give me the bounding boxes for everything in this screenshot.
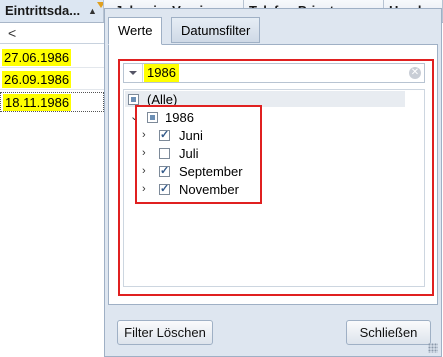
tab-datumsfilter[interactable]: Datumsfilter: [171, 17, 261, 43]
table-row[interactable]: 27.06.1986: [0, 48, 104, 68]
column-header-eintrittsdatum[interactable]: Eintrittsda... ▲: [0, 0, 104, 22]
column-header-label: Eintrittsda...: [5, 3, 81, 18]
tab-label: Werte: [118, 23, 153, 38]
date-cell: 27.06.1986: [2, 49, 72, 66]
tab-label: Datumsfilter: [181, 23, 251, 38]
clear-filter-button[interactable]: Filter Löschen: [117, 320, 213, 345]
table-row[interactable]: 18.11.1986: [0, 92, 104, 112]
filter-icon[interactable]: [97, 2, 103, 8]
sort-up-icon[interactable]: ▲: [88, 0, 97, 22]
close-button[interactable]: Schließen: [346, 320, 431, 345]
date-cell: 18.11.1986: [3, 94, 72, 111]
resize-grip-icon[interactable]: [428, 343, 438, 353]
annotation-inner-box: [135, 105, 262, 204]
date-cell: 26.09.1986: [2, 71, 72, 88]
filter-row-cell[interactable]: <: [0, 23, 104, 44]
table-row[interactable]: 26.09.1986: [0, 70, 104, 90]
tab-werte[interactable]: Werte: [108, 17, 163, 45]
